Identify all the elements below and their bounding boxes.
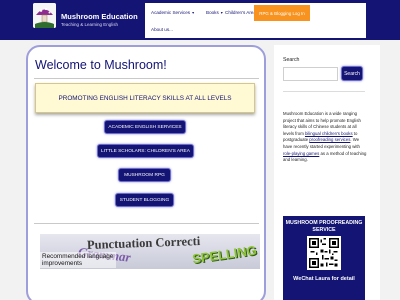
proofreading-ad[interactable]: MUSHROOM PROOFREADING SERVICE WeChat Lau… [283,216,365,300]
site-logo[interactable] [33,3,56,28]
nav-item-label: Children's Area [225,10,257,15]
mushroom-rpg-button[interactable]: MUSHROOM RPG [118,168,171,182]
login-button[interactable]: RPG & Blogging Log In [254,5,310,21]
ad-title: MUSHROOM PROOFREADING SERVICE [285,220,363,233]
promo-word: SPELLING [191,242,258,267]
divider [283,91,365,92]
divider [34,78,259,79]
mushroom-logo-icon [33,3,56,28]
literacy-banner: PROMOTING ENGLISH LITERACY SKILLS AT ALL… [35,83,255,113]
nav-item-academic-services[interactable]: Academic Services ▾ [151,10,194,15]
nav-item-books[interactable]: Books ▾ [206,10,223,15]
academic-english-services-button[interactable]: ACADEMIC ENGLISH SERVICES [104,120,186,134]
about-text: Mushroom Education is a wide ranging pro… [283,111,367,164]
bilingual-books-link[interactable]: bilingual children's books [305,131,353,136]
role-playing-games-link[interactable]: role-playing games [283,151,319,156]
search-label: Search [283,57,300,63]
page-title: Welcome to Mushroom! [35,58,167,72]
site-title[interactable]: Mushroom Education [61,12,138,21]
main-content: Welcome to Mushroom! PROMOTING ENGLISH L… [26,45,266,300]
nav-item-about-us[interactable]: About us... [151,27,173,32]
chevron-down-icon: ▾ [220,10,223,15]
sidebar: Search Search Mushroom Education is a wi… [274,45,380,300]
student-blogging-button[interactable]: STUDENT BLOGGING [115,193,174,207]
ad-caption: WeChat Laura for detail [293,276,355,282]
nav-item-label: Academic Services [151,10,191,15]
chevron-down-icon: ▾ [192,10,195,15]
promo-note: Recommended language improvements [40,252,116,269]
proofreading-link[interactable]: proofreading services [309,137,350,142]
little-scholars-button[interactable]: LITTLE SCHOLARS: CHILDREN'S AREA [97,144,194,158]
search-input[interactable] [283,67,338,81]
qr-code-icon [307,236,341,270]
divider [34,223,259,224]
language-improvements-banner[interactable]: Punctuation Correcti Grammar SPELLING Re… [40,234,260,269]
site-tagline: Teaching & Learning English [61,22,119,27]
search-button[interactable]: Search [341,66,363,81]
main-nav: Academic Services ▾ Books ▾ Children's Are… [145,3,366,38]
nav-item-label: Books [206,10,219,15]
site-header: Mushroom Education Teaching & Learning E… [0,0,400,40]
